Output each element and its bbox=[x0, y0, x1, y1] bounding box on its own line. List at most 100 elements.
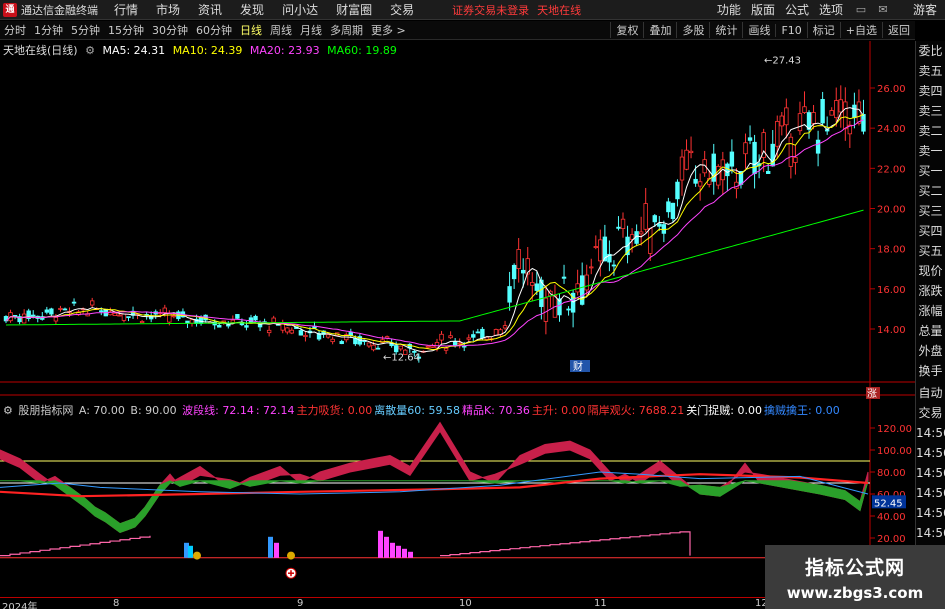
candle-body bbox=[58, 307, 63, 310]
side-item-13[interactable]: 涨幅 bbox=[916, 301, 945, 321]
period-5min[interactable]: 5分钟 bbox=[67, 22, 104, 38]
tool-diejia[interactable]: 叠加 bbox=[643, 22, 676, 38]
menu-wenxiaoda[interactable]: 问小达 bbox=[282, 1, 318, 18]
kline-chart[interactable]: 26.00 24.00 22.00 20.00 18.00 16.00 14.00 ←27.4… bbox=[0, 41, 915, 597]
guest-label[interactable]: 游客 bbox=[913, 1, 937, 18]
candle-body bbox=[729, 151, 735, 167]
candle-body bbox=[285, 327, 290, 333]
candle-body bbox=[675, 181, 680, 200]
watermark: 指标公式网 www.zbgs3.com bbox=[765, 545, 945, 609]
ma20-line bbox=[5, 119, 864, 347]
side2-item-1[interactable]: 交易 bbox=[916, 403, 945, 423]
settings-gear-icon[interactable]: ⚙ bbox=[85, 44, 95, 57]
indicator-part-1: : 72.14 bbox=[255, 404, 295, 417]
menu-faxian[interactable]: 发现 bbox=[240, 1, 264, 18]
side-item-6[interactable]: 买一 bbox=[916, 161, 945, 181]
indicator-a: A: 70.00 bbox=[78, 404, 125, 417]
candle-body bbox=[620, 218, 626, 230]
side-item-16[interactable]: 换手 bbox=[916, 361, 945, 381]
side-item-3[interactable]: 卖三 bbox=[916, 101, 945, 121]
side2-item-2[interactable]: 14:56 bbox=[916, 423, 945, 443]
period-more[interactable]: 更多 > bbox=[367, 22, 410, 38]
side-item-10[interactable]: 买五 bbox=[916, 241, 945, 261]
hist-bar-1 bbox=[188, 545, 193, 558]
tool-biaoji[interactable]: 标记 bbox=[806, 22, 840, 38]
tool-huaxian[interactable]: 画线 bbox=[742, 22, 775, 38]
side2-item-4[interactable]: 14:56 bbox=[916, 463, 945, 483]
period-60min[interactable]: 60分钟 bbox=[192, 22, 236, 38]
indicator-part-5: 主升: 0.00 bbox=[531, 404, 586, 417]
side-item-4[interactable]: 卖二 bbox=[916, 121, 945, 141]
side-item-12[interactable]: 涨跌 bbox=[916, 281, 945, 301]
candle-body bbox=[171, 315, 177, 318]
candle-body bbox=[670, 202, 676, 219]
side-item-2[interactable]: 卖四 bbox=[916, 81, 945, 101]
tool-duogu[interactable]: 多股 bbox=[676, 22, 709, 38]
period-multi[interactable]: 多周期 bbox=[326, 22, 367, 38]
candle-body bbox=[502, 325, 508, 329]
period-monthly[interactable]: 月线 bbox=[296, 22, 326, 38]
tool-f10[interactable]: F10 bbox=[775, 23, 806, 37]
candle-body bbox=[443, 347, 449, 351]
period-30min[interactable]: 30分钟 bbox=[148, 22, 192, 38]
price-tick-3: 20.00 bbox=[877, 205, 906, 216]
menu-xuanxiang[interactable]: 选项 bbox=[819, 1, 843, 18]
mail-icon[interactable]: ✉ bbox=[875, 3, 891, 17]
monitor-icon[interactable]: ▭ bbox=[853, 3, 869, 17]
candle-body bbox=[666, 201, 671, 213]
candle-body bbox=[339, 341, 344, 345]
side2-item-6[interactable]: 14:56 bbox=[916, 503, 945, 523]
menu-banmian[interactable]: 版面 bbox=[751, 1, 775, 18]
candle-body bbox=[226, 324, 231, 327]
side2-item-0[interactable]: 自动 bbox=[916, 383, 945, 403]
candle-body bbox=[829, 110, 834, 116]
period-weekly[interactable]: 周线 bbox=[266, 22, 296, 38]
period-fenshi[interactable]: 分时 bbox=[0, 22, 30, 38]
side-item-14[interactable]: 总量 bbox=[916, 321, 945, 341]
candle-body bbox=[747, 137, 753, 141]
side-item-7[interactable]: 买二 bbox=[916, 181, 945, 201]
menu-gongshi[interactable]: 公式 bbox=[785, 1, 809, 18]
trade-login-status[interactable]: 证券交易未登录 bbox=[452, 2, 529, 18]
candle-body bbox=[189, 319, 195, 324]
side-item-1[interactable]: 卖五 bbox=[916, 61, 945, 81]
side-item-11[interactable]: 现价 bbox=[916, 261, 945, 281]
menu-jiaoyi[interactable]: 交易 bbox=[390, 1, 414, 18]
indicator-part-2: 主力吸货: 0.00 bbox=[296, 404, 373, 417]
candle-body bbox=[53, 316, 59, 322]
candle-body bbox=[330, 338, 335, 343]
candle-body bbox=[298, 330, 304, 336]
price-tick-0: 26.00 bbox=[877, 84, 906, 95]
side-item-8[interactable]: 买三 bbox=[916, 201, 945, 221]
menu-hangqing[interactable]: 行情 bbox=[114, 1, 138, 18]
candle-body bbox=[425, 345, 431, 348]
side2-item-5[interactable]: 14:56 bbox=[916, 483, 945, 503]
menu-zixun[interactable]: 资讯 bbox=[198, 1, 222, 18]
candle-body bbox=[430, 345, 435, 348]
tool-zixuan[interactable]: +自选 bbox=[839, 22, 882, 38]
indicator-gear-icon[interactable]: ⚙ bbox=[3, 404, 13, 417]
candle-body bbox=[126, 316, 131, 319]
period-15min[interactable]: 15分钟 bbox=[104, 22, 148, 38]
side2-item-7[interactable]: 14:56 bbox=[916, 523, 945, 543]
indicator-name[interactable]: 股朋指标网 bbox=[18, 404, 73, 417]
hist-bar-9 bbox=[408, 551, 413, 558]
side-item-5[interactable]: 卖一 bbox=[916, 141, 945, 161]
candle-body bbox=[861, 114, 866, 132]
tool-fuquan[interactable]: 复权 bbox=[610, 22, 643, 38]
menu-shichang[interactable]: 市场 bbox=[156, 1, 180, 18]
tool-fanhui[interactable]: 返回 bbox=[882, 22, 915, 38]
period-daily[interactable]: 日线 bbox=[236, 22, 266, 38]
menu-caifuquan[interactable]: 财富圈 bbox=[336, 1, 372, 18]
side-item-15[interactable]: 外盘 bbox=[916, 341, 945, 361]
candle-body bbox=[679, 156, 685, 181]
tool-tongji[interactable]: 统计 bbox=[709, 22, 742, 38]
side2-item-3[interactable]: 14:56 bbox=[916, 443, 945, 463]
candle-body bbox=[765, 170, 771, 174]
side-item-9[interactable]: 买四 bbox=[916, 221, 945, 241]
side-item-0[interactable]: 委比 bbox=[916, 41, 945, 61]
menu-gongneng[interactable]: 功能 bbox=[717, 1, 741, 18]
period-1min[interactable]: 1分钟 bbox=[30, 22, 67, 38]
caixun-label: 财 bbox=[573, 360, 583, 373]
ma20-value: MA20: 23.93 bbox=[249, 44, 320, 57]
